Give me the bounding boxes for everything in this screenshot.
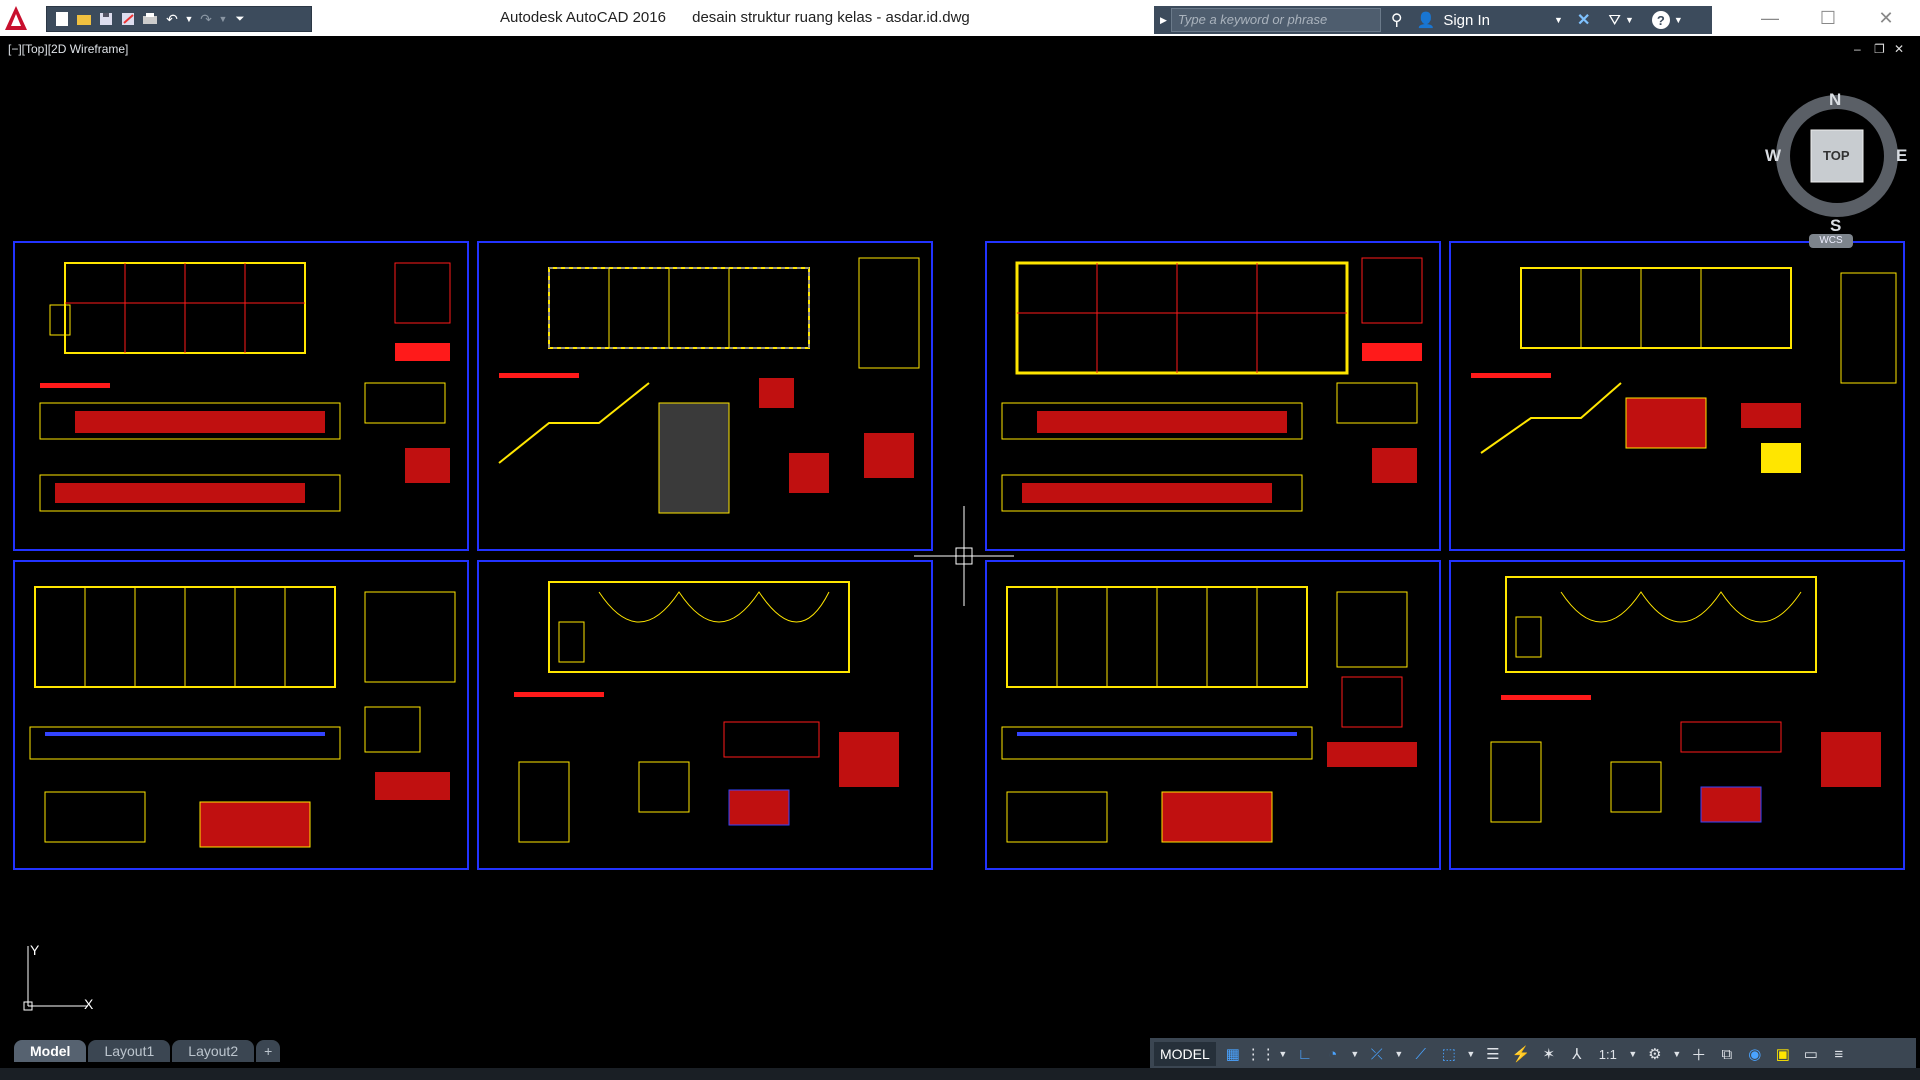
autocad-logo-icon — [5, 6, 27, 30]
isolate-objects-icon[interactable]: ◉ — [1744, 1043, 1766, 1065]
polar-dropdown-icon[interactable]: ▼ — [1350, 1043, 1360, 1065]
window-title: Autodesk AutoCAD 2016 desain struktur ru… — [500, 9, 992, 26]
compass-east[interactable]: E — [1896, 146, 1907, 166]
infocenter-bar: ▶ Type a keyword or phrase ⚲ 👤 Sign In ▼… — [1154, 6, 1712, 34]
workspace-gear-icon[interactable]: ⚙ — [1644, 1043, 1666, 1065]
open-icon[interactable] — [75, 10, 93, 28]
status-bar: MODEL ▦ ⋮⋮ ▼ ∟ ◔ ▼ ⤫ ▼ ⟋ ⬚ ▼ ☰ ⚡ ✶ ⅄ 1:1… — [1150, 1038, 1916, 1070]
binoculars-icon[interactable]: ⚲ — [1391, 10, 1403, 30]
quick-access-toolbar: ↶ ▼ ↷ ▼ ⏷ — [46, 6, 312, 32]
object-snap-tracking-icon[interactable]: ⬚ — [1438, 1043, 1460, 1065]
drawing-sheet[interactable] — [985, 241, 1441, 551]
lineweight-icon[interactable]: ☰ — [1482, 1043, 1504, 1065]
clean-screen-icon[interactable]: ▭ — [1800, 1043, 1822, 1065]
layout-tabs: Model Layout1 Layout2 + — [14, 1040, 281, 1062]
search-expand-icon[interactable]: ▶ — [1160, 15, 1167, 26]
ucs-x-label: X — [84, 996, 94, 1012]
annotation-scale-icon[interactable]: ⅄ — [1566, 1043, 1588, 1065]
undo-dropdown-icon[interactable]: ▼ — [185, 10, 194, 28]
hardware-acceleration-icon[interactable]: ▣ — [1772, 1043, 1794, 1065]
viewcube-top-face[interactable]: TOP — [1823, 148, 1850, 163]
user-icon[interactable]: 👤 — [1417, 11, 1436, 29]
polar-tracking-icon[interactable]: ◔ — [1322, 1043, 1344, 1065]
customization-menu-icon[interactable]: ≡ — [1828, 1043, 1850, 1065]
sheet-drawing — [29, 586, 456, 848]
viewport-restore-icon[interactable]: ❐ — [1874, 42, 1885, 56]
isodraft-icon[interactable]: ⟋ — [1410, 1043, 1432, 1065]
new-icon[interactable] — [53, 10, 71, 28]
drawing-sheet[interactable] — [13, 560, 469, 870]
redo-icon[interactable]: ↷ — [197, 10, 215, 28]
model-space-button[interactable]: MODEL — [1154, 1042, 1216, 1066]
add-layout-button[interactable]: + — [256, 1040, 281, 1062]
compass-west[interactable]: W — [1765, 146, 1781, 166]
sheet-drawing — [1001, 586, 1417, 843]
object-snap-icon[interactable]: ⤫ — [1366, 1043, 1388, 1065]
compass-north[interactable]: N — [1829, 90, 1841, 110]
sign-in-dropdown-icon[interactable]: ▼ — [1554, 15, 1563, 25]
drawing-sheet[interactable] — [477, 241, 933, 551]
customize-toolbar-icon[interactable]: ⏷ — [231, 10, 249, 28]
compass-south[interactable]: S — [1830, 216, 1841, 236]
app-name: Autodesk AutoCAD 2016 — [500, 9, 666, 26]
ortho-icon[interactable]: ∟ — [1294, 1043, 1316, 1065]
annotation-monitor-icon[interactable]: ＋ — [1688, 1043, 1710, 1065]
sheet-drawing — [1001, 257, 1423, 512]
sheet-drawing — [514, 581, 899, 843]
wcs-menu[interactable]: WCS — [1809, 234, 1853, 248]
drawing-area[interactable]: [−][Top][2D Wireframe] – ❐ ✕ Y X N S E W… — [4, 36, 1916, 1036]
sheet-drawing — [1490, 576, 1881, 823]
plot-icon[interactable] — [141, 10, 159, 28]
ucs-y-label: Y — [30, 942, 40, 958]
annotation-scale-auto-icon[interactable]: ✶ — [1538, 1043, 1560, 1065]
sheet-drawing — [39, 262, 451, 512]
workspace-dropdown-icon[interactable]: ▼ — [1672, 1043, 1682, 1065]
osnap-dropdown-icon[interactable]: ▼ — [1394, 1043, 1404, 1065]
drawing-sheet[interactable] — [13, 241, 469, 551]
save-as-icon[interactable] — [119, 10, 137, 28]
drawing-sheet[interactable] — [985, 560, 1441, 870]
undo-icon[interactable]: ↶ — [163, 10, 181, 28]
snap-dropdown-icon[interactable]: ▼ — [1278, 1043, 1288, 1065]
tab-model[interactable]: Model — [14, 1040, 87, 1062]
file-name: desain struktur ruang kelas - asdar.id.d… — [692, 9, 970, 26]
minimize-button[interactable]: — — [1742, 0, 1798, 36]
application-menu-button[interactable] — [3, 4, 29, 32]
viewport-minimize-icon[interactable]: – — [1854, 42, 1861, 56]
drawing-sheet[interactable] — [477, 560, 933, 870]
track-dropdown-icon[interactable]: ▼ — [1466, 1043, 1476, 1065]
redo-dropdown-icon[interactable]: ▼ — [219, 10, 228, 28]
title-bar: ↶ ▼ ↷ ▼ ⏷ Autodesk AutoCAD 2016 desain s… — [0, 0, 1920, 36]
crosshair-cursor — [914, 506, 1014, 606]
annotation-scale-value[interactable]: 1:1 — [1594, 1043, 1622, 1065]
save-icon[interactable] — [97, 10, 115, 28]
a360-dropdown-icon[interactable]: ▼ — [1625, 15, 1634, 25]
help-dropdown-icon[interactable]: ▼ — [1674, 15, 1683, 25]
close-button[interactable]: ✕ — [1858, 0, 1914, 36]
annotation-visibility-icon[interactable]: ⚡ — [1510, 1043, 1532, 1065]
sign-in-button[interactable]: Sign In — [1443, 12, 1490, 29]
search-input[interactable]: Type a keyword or phrase — [1170, 8, 1381, 32]
snap-icon[interactable]: ⋮⋮ — [1246, 1043, 1276, 1065]
viewport-controls-label[interactable]: [−][Top][2D Wireframe] — [8, 42, 128, 56]
exchange-apps-icon[interactable]: ✕ — [1577, 10, 1590, 30]
taskbar-strip — [0, 1068, 1920, 1080]
sheet-drawing — [498, 257, 920, 514]
units-icon[interactable]: ⧉ — [1716, 1043, 1738, 1065]
scale-dropdown-icon[interactable]: ▼ — [1628, 1043, 1638, 1065]
drawing-sheet[interactable] — [1449, 241, 1905, 551]
viewcube[interactable]: N S E W TOP WCS — [1765, 90, 1920, 262]
sheet-drawing — [1471, 267, 1897, 473]
tab-layout2[interactable]: Layout2 — [172, 1040, 255, 1062]
help-icon[interactable]: ? — [1651, 11, 1670, 29]
maximize-button[interactable]: ☐ — [1800, 0, 1856, 36]
a360-icon[interactable]: ⛛ — [1608, 12, 1621, 29]
tab-layout1[interactable]: Layout1 — [88, 1040, 171, 1062]
drawing-sheet[interactable] — [1449, 560, 1905, 870]
viewport-close-icon[interactable]: ✕ — [1894, 42, 1904, 56]
grid-icon[interactable]: ▦ — [1222, 1043, 1244, 1065]
